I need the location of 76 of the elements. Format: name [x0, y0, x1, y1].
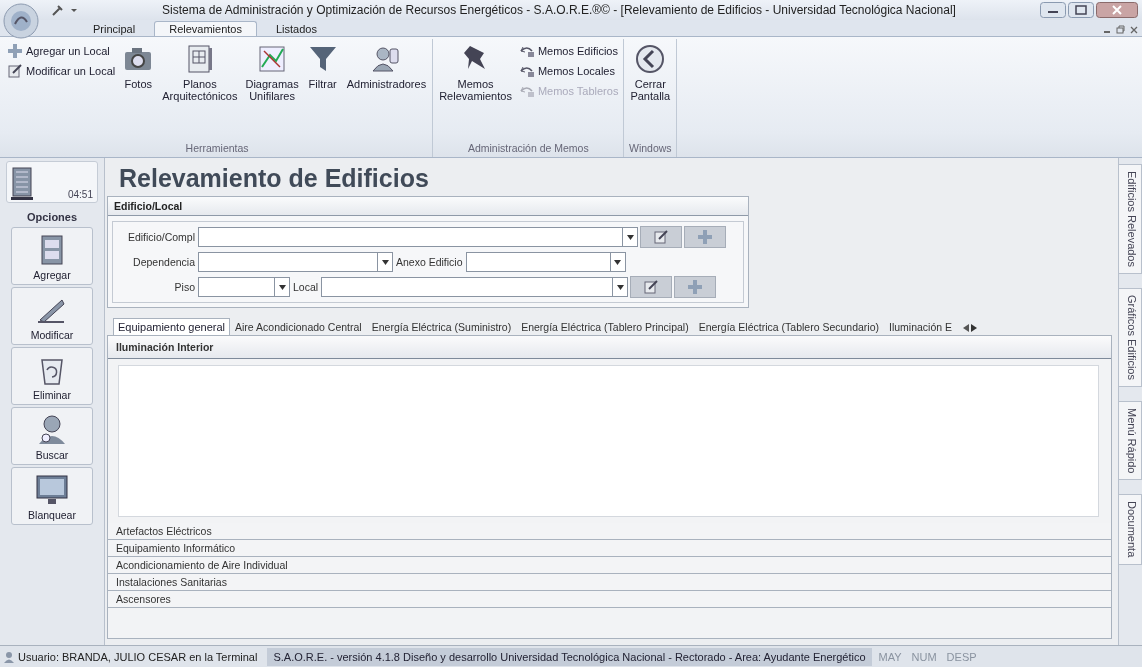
- tab[interactable]: Energía Eléctrica (Tablero Principal): [516, 318, 694, 335]
- page-title: Relevamiento de Edificios: [119, 163, 430, 194]
- window-title: Sistema de Administración y Optimización de Recursos Energéticos - S.A.O.R.E.®© - [Relevamiento de Edificios - Universidad Tecnológica Nacional]: [161, 3, 957, 17]
- key-indicator: DESP: [945, 650, 978, 663]
- close-icon[interactable]: [1130, 24, 1138, 36]
- side-tab[interactable]: Documenta: [1119, 494, 1142, 565]
- side-tab[interactable]: Gráficos Edificios: [1119, 288, 1142, 387]
- app-info: S.A.O.R.E. - versión 4.1.8 Diseño y desarrollo Universidad Tecnológica Nacional - Rectorado - Area: Ayudante Energético: [267, 647, 872, 666]
- group-title: Edificio/Local: [108, 197, 748, 216]
- group-label: Administración de Memos: [466, 141, 590, 156]
- key-indicator: MAY: [877, 650, 903, 663]
- sidebar-button[interactable]: Modificar: [11, 287, 93, 345]
- edit-icon: [653, 229, 669, 245]
- dropdown-icon: [616, 284, 624, 290]
- dropdown-icon: [626, 234, 634, 240]
- ribbon-button[interactable]: Memos Relevamientos: [436, 43, 515, 102]
- clock-time: 04:51: [67, 189, 93, 200]
- edit-button[interactable]: [640, 226, 682, 248]
- user-icon: [3, 650, 15, 663]
- tab[interactable]: Aire Acondicionado Central: [230, 318, 367, 335]
- edit-icon: [7, 63, 23, 79]
- ribbon-button[interactable]: Cerrar Pantalla: [627, 43, 674, 102]
- add-icon: [697, 229, 713, 245]
- ribbon-button[interactable]: Planos Arquitectónicos: [159, 43, 241, 102]
- field-label: Piso: [173, 281, 195, 293]
- combo-field[interactable]: [198, 252, 393, 272]
- close-icon[interactable]: [1096, 2, 1138, 18]
- scroll-left-icon[interactable]: [963, 324, 970, 332]
- sidebar-title: Opciones: [26, 210, 78, 225]
- tab[interactable]: Equipamiento general: [113, 318, 231, 335]
- ribbon-button[interactable]: Modificar un Local: [5, 63, 118, 79]
- ribbon-button[interactable]: Memos Locales: [516, 63, 621, 79]
- field-label: Dependencia: [132, 256, 195, 268]
- ribbon-button[interactable]: Agregar un Local: [5, 43, 118, 59]
- key-indicator: NUM: [910, 650, 938, 663]
- combo-field[interactable]: [198, 227, 638, 247]
- ribbon-tab[interactable]: Relevamientos: [154, 21, 257, 36]
- edit-icon: [643, 279, 660, 295]
- dropdown-icon: [278, 284, 286, 290]
- combo-field[interactable]: [198, 277, 290, 297]
- field-label: Anexo Edificio: [396, 256, 463, 268]
- maximize-icon[interactable]: [1068, 2, 1094, 18]
- building-icon: [11, 166, 33, 200]
- tab[interactable]: Energía Eléctrica (Suministro): [366, 318, 517, 335]
- edit-button[interactable]: [630, 276, 673, 298]
- field-label: Edificio/Compl: [126, 231, 195, 243]
- ribbon-tab[interactable]: Principal: [78, 21, 151, 36]
- ribbon-button[interactable]: Memos Edificios: [516, 43, 621, 59]
- group-label: Windows: [627, 141, 673, 156]
- user-label: Usuario: BRANDA, JULIO CESAR en la Terminal: [18, 650, 258, 663]
- dropdown-icon: [614, 259, 622, 265]
- minimize-icon[interactable]: [1040, 2, 1066, 18]
- ribbon-button[interactable]: Diagramas Unifilares: [242, 43, 302, 102]
- ribbon-button[interactable]: Fotos: [119, 43, 158, 90]
- section-header[interactable]: Iluminación Interior: [108, 336, 1111, 359]
- side-tab[interactable]: Edificios Relevados: [1119, 164, 1142, 274]
- scroll-right-icon[interactable]: [971, 324, 978, 332]
- sidebar-button[interactable]: Agregar: [11, 227, 93, 285]
- restore-icon[interactable]: [1116, 24, 1125, 36]
- add-icon: [687, 279, 704, 295]
- ribbon-tab[interactable]: Listados: [260, 21, 332, 36]
- sidebar-button[interactable]: Eliminar: [11, 347, 93, 405]
- tab[interactable]: Iluminación E: [884, 318, 958, 335]
- tab[interactable]: Energía Eléctrica (Tablero Secundario): [693, 318, 884, 335]
- ribbon-button[interactable]: Filtrar: [303, 43, 342, 90]
- ribbon-button[interactable]: Administradores: [343, 43, 430, 90]
- sidebar-button[interactable]: Buscar: [11, 407, 93, 465]
- combo-field[interactable]: [321, 277, 629, 297]
- group-label: Herramientas: [184, 141, 250, 156]
- sidebar-button[interactable]: Blanquear: [11, 467, 93, 525]
- add-button[interactable]: [674, 276, 717, 298]
- dropdown-icon: [381, 259, 389, 265]
- side-tab[interactable]: Menú Rápido: [1119, 401, 1142, 481]
- combo-field[interactable]: [465, 252, 626, 272]
- field-label: Local: [293, 281, 319, 293]
- add-icon: [7, 43, 23, 59]
